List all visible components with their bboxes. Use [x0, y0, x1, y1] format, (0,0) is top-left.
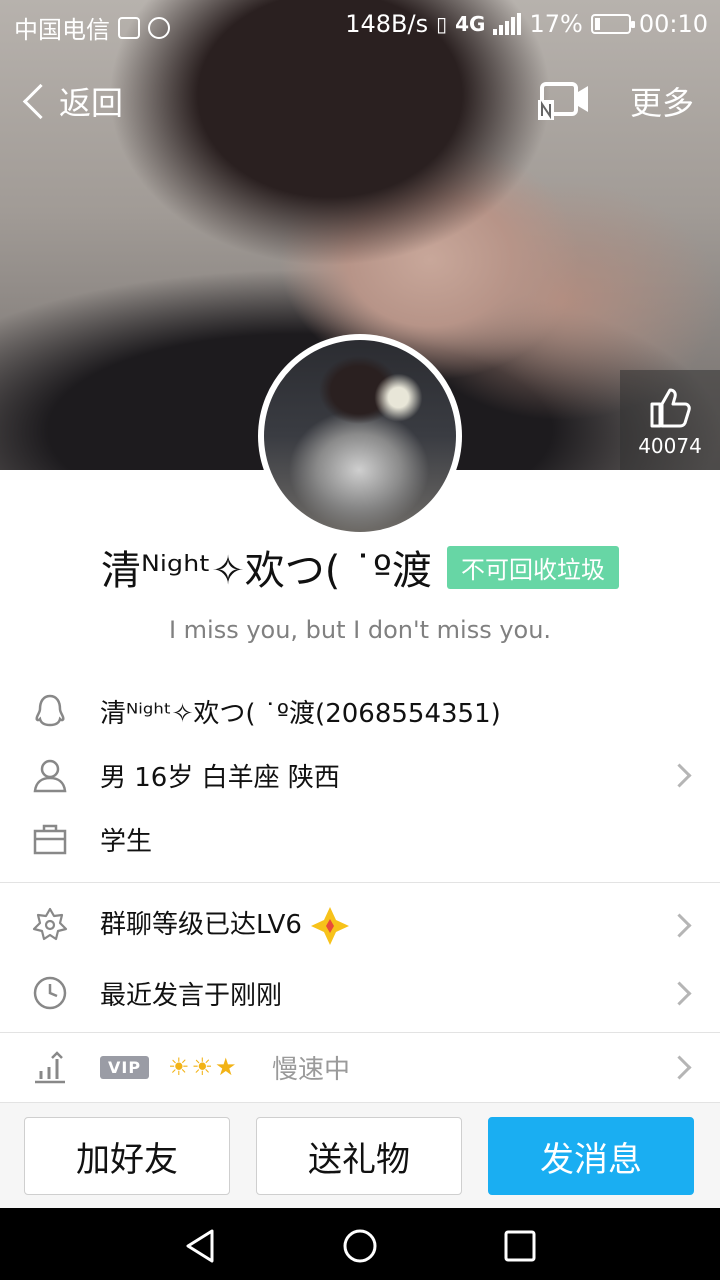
qq-account-row: 清ᴺⁱᵍʰᵗ✧欢つ( ˙º渡(2068554351)	[0, 680, 720, 742]
gallery-notification-icon	[118, 16, 140, 39]
level-diamond-icon	[311, 906, 350, 945]
avatar-image	[264, 340, 456, 532]
more-button[interactable]: 更多	[630, 78, 694, 124]
nav-back-icon[interactable]	[182, 1228, 218, 1264]
signal-icon	[493, 13, 522, 35]
vip-status-text: 慢速中	[272, 1054, 351, 1085]
chevron-right-icon	[667, 912, 692, 938]
like-count: 40074	[638, 434, 702, 458]
cast-camera-icon[interactable]	[538, 78, 590, 122]
network-speed: 148B/s	[345, 10, 429, 38]
occupation-text: 学生	[100, 826, 153, 857]
add-friend-button[interactable]: 加好友	[24, 1117, 230, 1195]
send-message-button[interactable]: 发消息	[488, 1117, 694, 1195]
battery-percent: 17%	[529, 10, 583, 38]
nickname-row: 清ᴺⁱᵍʰᵗ✧欢つ( ˙º渡 不可回收垃圾	[0, 538, 720, 602]
group-level-row[interactable]: 群聊等级已达LV6	[0, 894, 720, 956]
thumbs-up-icon	[650, 388, 691, 428]
battery-icon	[590, 14, 635, 34]
nav-recents-icon[interactable]	[502, 1228, 538, 1264]
vip-row[interactable]: VIP ☀☀★ 慢速中	[0, 1036, 720, 1098]
vip-badge: VIP	[100, 1055, 150, 1079]
profile-tag[interactable]: 不可回收垃圾	[446, 545, 619, 589]
system-nav-bar	[0, 1208, 720, 1280]
back-label: 返回	[59, 84, 124, 122]
signature: I miss you, but I don't miss you.	[168, 616, 552, 644]
status-bar: 中国电信 148B/s ▯ 4G 17% 00:10	[0, 0, 720, 50]
chevron-right-icon	[667, 1054, 692, 1080]
divider	[0, 882, 720, 883]
group-level-label: 群聊等级已达LV6	[100, 910, 302, 941]
cloud-notification-icon	[148, 16, 170, 39]
chevron-left-icon	[22, 83, 59, 119]
chevron-right-icon	[667, 980, 692, 1006]
qq-account-text: 清ᴺⁱᵍʰᵗ✧欢つ( ˙º渡(2068554351)	[100, 698, 501, 729]
send-gift-button[interactable]: 送礼物	[256, 1117, 462, 1195]
network-type: 4G	[455, 12, 486, 36]
clock-icon	[33, 976, 67, 1010]
person-icon	[33, 759, 67, 793]
clock: 00:10	[638, 10, 708, 38]
nickname: 清ᴺⁱᵍʰᵗ✧欢つ( ˙º渡	[101, 548, 432, 594]
top-nav: 返回 更多	[0, 60, 720, 140]
badge-star-icon	[32, 907, 68, 941]
vibrate-icon: ▯	[436, 12, 448, 36]
basic-info-text: 男 16岁 白羊座 陕西	[100, 762, 340, 793]
bottom-action-bar: 加好友 送礼物 发消息	[0, 1102, 720, 1209]
carrier-label: 中国电信	[14, 16, 110, 44]
last-speak-text: 最近发言于刚刚	[100, 980, 283, 1011]
divider	[0, 1032, 720, 1033]
qq-penguin-icon	[35, 694, 65, 727]
back-button[interactable]: 返回	[20, 78, 123, 124]
last-speak-row[interactable]: 最近发言于刚刚	[0, 962, 720, 1024]
briefcase-icon	[33, 824, 67, 855]
bar-growth-icon	[35, 1051, 65, 1084]
occupation-row: 学生	[0, 808, 720, 870]
vip-level-icons: ☀☀★	[168, 1053, 239, 1081]
like-button[interactable]: 40074	[620, 370, 720, 470]
group-level-text: 群聊等级已达LV6	[100, 904, 350, 946]
avatar[interactable]	[258, 334, 462, 538]
chevron-right-icon	[667, 762, 692, 788]
nav-home-icon[interactable]	[342, 1228, 378, 1264]
basic-info-row[interactable]: 男 16岁 白羊座 陕西	[0, 744, 720, 806]
